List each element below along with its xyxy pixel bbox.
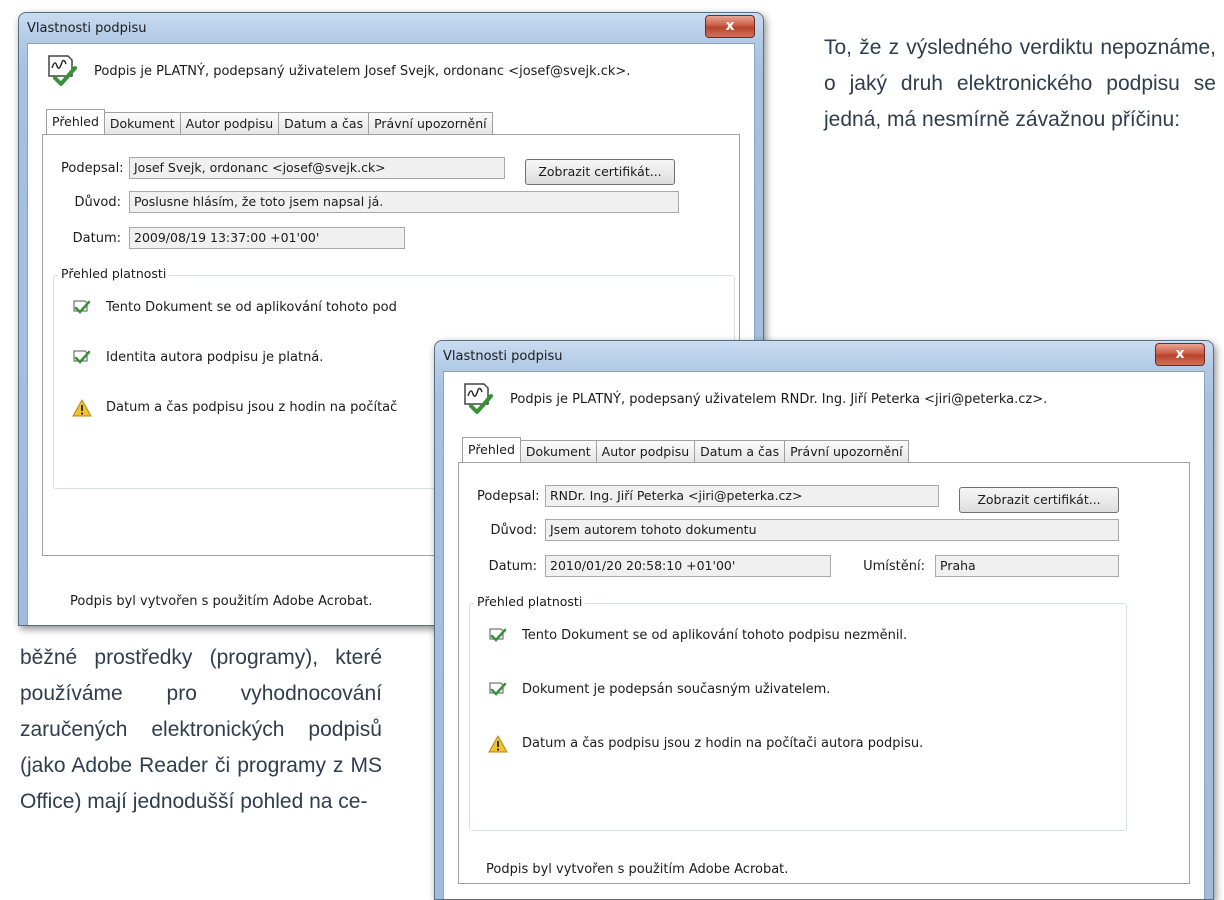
close-button[interactable]: x xyxy=(705,15,755,38)
date-field[interactable]: 2010/01/20 20:58:10 +01'00' xyxy=(545,555,831,577)
created-with-text: Podpis byl vytvořen s použitím Adobe Acr… xyxy=(70,594,373,609)
signature-status-headline: Podpis je PLATNÝ, podepsaný uživatelem R… xyxy=(510,392,1048,407)
title-bar[interactable]: Vlastnosti podpisu x xyxy=(435,341,1213,371)
tab-signer[interactable]: Autor podpisu xyxy=(179,112,280,134)
reason-label: Důvod: xyxy=(74,195,121,210)
date-label: Datum: xyxy=(488,559,537,574)
dialog-client-area: Podpis je PLATNÝ, podepsaný uživatelem R… xyxy=(443,371,1205,899)
paragraph-top: To, že z výsledného verdiktu nepoznáme, … xyxy=(824,36,1216,131)
validity-text: Tento Dokument se od aplikování tohoto p… xyxy=(106,300,397,315)
tab-signer[interactable]: Autor podpisu xyxy=(595,440,696,462)
tab-legal-notice[interactable]: Právní upozornění xyxy=(368,112,493,134)
validity-text: Identita autora podpisu je platná. xyxy=(106,350,324,365)
date-label: Datum: xyxy=(72,231,121,246)
date-field[interactable]: 2009/08/19 13:37:00 +01'00' xyxy=(129,227,405,249)
tab-date-time[interactable]: Datum a čas xyxy=(694,440,786,462)
validity-text: Dokument je podepsán současným uživatele… xyxy=(522,682,831,697)
signed-by-field[interactable]: RNDr. Ing. Jiří Peterka <jiri@peterka.cz… xyxy=(545,485,939,507)
signature-properties-dialog-peterka: Vlastnosti podpisu x Podpis je PLATNÝ, p… xyxy=(434,340,1214,900)
validity-text: Tento Dokument se od aplikování tohoto p… xyxy=(522,628,908,643)
created-with-text: Podpis byl vytvořen s použitím Adobe Acr… xyxy=(486,862,789,877)
tab-bar: Přehled Dokument Autor podpisu Datum a č… xyxy=(462,437,909,462)
show-certificate-button[interactable]: Zobrazit certifikát... xyxy=(525,159,675,185)
signed-by-field[interactable]: Josef Svejk, ordonanc <josef@svejk.ck> xyxy=(129,157,505,179)
overview-panel: Podepsal: RNDr. Ing. Jiří Peterka <jiri@… xyxy=(458,462,1190,884)
valid-signature-icon xyxy=(489,628,507,642)
tab-document[interactable]: Dokument xyxy=(103,112,181,134)
valid-signature-icon xyxy=(489,682,507,696)
signature-status-headline: Podpis je PLATNÝ, podepsaný uživatelem J… xyxy=(94,64,631,79)
warning-icon xyxy=(488,734,508,753)
signature-valid-icon xyxy=(464,383,493,414)
validity-summary-title: Přehled platnosti xyxy=(474,594,586,609)
tab-date-time[interactable]: Datum a čas xyxy=(278,112,370,134)
warning-icon xyxy=(72,398,92,417)
tab-legal-notice[interactable]: Právní upozornění xyxy=(784,440,909,462)
tab-overview[interactable]: Přehled xyxy=(46,109,105,134)
tab-overview[interactable]: Přehled xyxy=(462,437,521,462)
location-field[interactable]: Praha xyxy=(935,555,1119,577)
validity-summary-group: Přehled platnosti Tento Dokument se od a… xyxy=(469,594,1127,831)
window-title: Vlastnosti podpisu xyxy=(443,349,563,364)
validity-text: Datum a čas podpisu jsou z hodin na počí… xyxy=(106,400,398,415)
tab-bar: Přehled Dokument Autor podpisu Datum a č… xyxy=(46,109,493,134)
reason-field[interactable]: Jsem autorem tohoto dokumentu xyxy=(545,519,1119,541)
tab-document[interactable]: Dokument xyxy=(519,440,597,462)
paragraph-bottom: běžné prostředky (programy), které použí… xyxy=(20,646,382,813)
signature-valid-icon xyxy=(48,55,77,86)
reason-label: Důvod: xyxy=(490,523,537,538)
close-button[interactable]: x xyxy=(1155,343,1205,366)
validity-text: Datum a čas podpisu jsou z hodin na počí… xyxy=(522,736,924,751)
valid-signature-icon xyxy=(73,300,91,314)
valid-signature-icon xyxy=(73,350,91,364)
window-title: Vlastnosti podpisu xyxy=(27,21,147,36)
show-certificate-button[interactable]: Zobrazit certifikát... xyxy=(959,487,1119,513)
title-bar[interactable]: Vlastnosti podpisu x xyxy=(19,13,763,43)
signed-by-label: Podepsal: xyxy=(61,161,124,176)
location-label: Umístění: xyxy=(863,559,925,574)
validity-summary-title: Přehled platnosti xyxy=(58,266,170,281)
reason-field[interactable]: Poslusne hlásím, že toto jsem napsal já. xyxy=(129,191,679,213)
signed-by-label: Podepsal: xyxy=(477,489,540,504)
